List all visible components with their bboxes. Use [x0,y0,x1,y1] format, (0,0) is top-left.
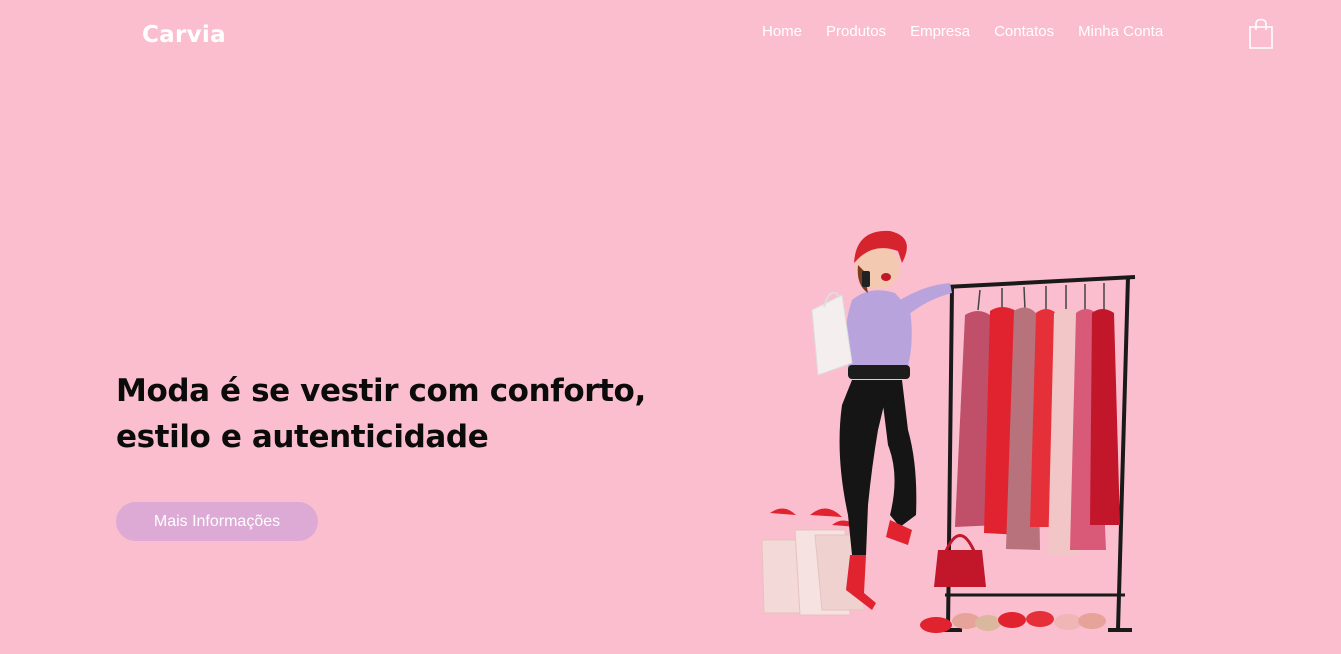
shopping-bags [761,508,865,616]
hero-title-line2: estilo e autenticidade [116,419,489,455]
brand-logo[interactable]: Carvia [142,22,226,48]
fashion-woman-illustration [761,230,1136,633]
nav-item-empresa[interactable]: Empresa [910,22,970,42]
hero-title: Moda é se vestir com conforto, estilo e … [116,368,676,460]
nav-item-produtos[interactable]: Produtos [826,22,886,42]
more-info-button[interactable]: Mais Informações [116,502,318,541]
nav-item-home[interactable]: Home [762,22,802,42]
handbag [934,534,986,587]
dresses [955,307,1120,555]
nav-item-contatos[interactable]: Contatos [994,22,1054,42]
main-nav: Home Produtos Empresa Contatos Minha Con… [762,22,1163,42]
landing-page: Carvia Home Produtos Empresa Contatos Mi… [0,0,1341,654]
hero-title-line1: Moda é se vestir com conforto, [116,373,646,409]
shopping-bag-icon[interactable] [1247,18,1275,50]
nav-item-minha-conta[interactable]: Minha Conta [1078,22,1163,42]
